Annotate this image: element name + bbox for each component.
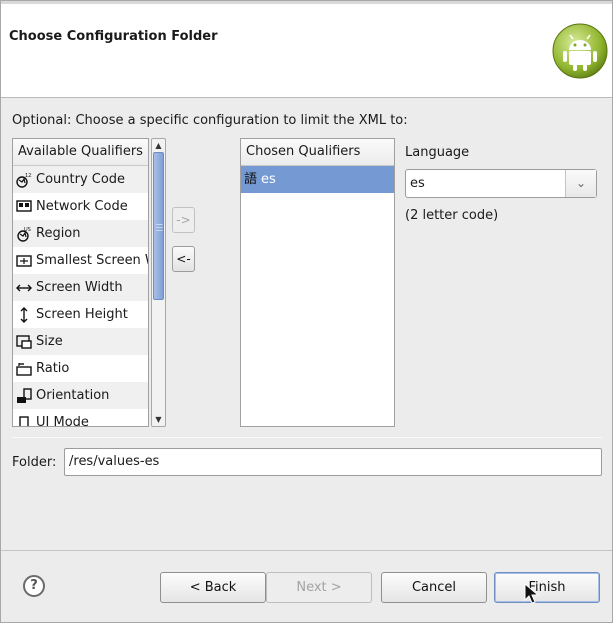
configuration-dialog: Choose Configuration Folder Optional: Ch…	[0, 0, 613, 623]
finish-button[interactable]: Finish	[494, 572, 600, 603]
page-title: Choose Configuration Folder	[9, 29, 218, 44]
android-logo-icon	[552, 23, 608, 79]
globe-region-icon: US	[16, 226, 32, 242]
list-item[interactable]: Network Code	[13, 193, 148, 220]
button-bar-divider	[1, 550, 612, 551]
smallest-width-icon	[16, 253, 32, 269]
list-item-label: Region	[36, 226, 81, 241]
list-item-label: Screen Width	[36, 280, 123, 295]
height-arrows-icon	[16, 306, 32, 323]
list-item-label: es	[261, 172, 276, 187]
folder-label: Folder:	[12, 455, 57, 470]
width-arrows-icon	[16, 280, 32, 296]
scroll-up-icon[interactable]: ▲	[152, 139, 165, 152]
list-item-label: Network Code	[36, 199, 128, 214]
ui-mode-icon	[16, 415, 32, 426]
language-hint: (2 letter code)	[405, 208, 499, 223]
list-item-label: Screen Height	[36, 307, 128, 322]
mouse-cursor-icon	[524, 583, 540, 604]
chosen-qualifiers-header: Chosen Qualifiers	[241, 139, 394, 166]
svg-text:US: US	[24, 227, 31, 233]
scrollbar-thumb[interactable]: — — —	[153, 152, 164, 300]
list-item-label: Orientation	[36, 388, 110, 403]
list-item[interactable]: UI Mode	[13, 409, 148, 427]
chevron-down-icon[interactable]: ⌄	[565, 170, 596, 197]
list-item[interactable]: Screen Width	[13, 274, 148, 301]
next-button[interactable]: Next >	[266, 572, 372, 603]
language-label: Language	[405, 145, 470, 160]
language-icon: 語	[244, 172, 258, 187]
orientation-icon	[16, 387, 32, 404]
list-item[interactable]: Screen Height	[13, 301, 148, 328]
globe-123-icon: 123	[16, 172, 32, 188]
list-item-label: Smallest Screen Width	[36, 253, 148, 268]
remove-qualifier-button[interactable]: <-	[172, 246, 195, 272]
folder-field[interactable]: /res/values-es	[64, 448, 602, 476]
dialog-banner: Choose Configuration Folder	[1, 1, 612, 98]
size-icon	[16, 334, 32, 350]
list-item[interactable]: Size	[13, 328, 148, 355]
list-item[interactable]: 語 es	[241, 166, 394, 193]
list-item[interactable]: Ratio	[13, 355, 148, 382]
list-item[interactable]: Orientation	[13, 382, 148, 409]
available-list-scrollbar[interactable]: ▲ — — — ▼	[151, 138, 166, 427]
language-value: es	[410, 176, 425, 191]
cancel-button[interactable]: Cancel	[381, 572, 487, 603]
banner-top-line	[1, 1, 612, 4]
chosen-qualifiers-list[interactable]: Chosen Qualifiers 語 es	[240, 138, 395, 427]
list-item[interactable]: 123 Country Code	[13, 166, 148, 193]
list-item-label: UI Mode	[36, 415, 89, 427]
optional-instructions: Optional: Choose a specific configuratio…	[12, 113, 408, 128]
back-button[interactable]: < Back	[160, 572, 266, 603]
scroll-down-icon[interactable]: ▼	[152, 413, 165, 426]
network-icon	[16, 199, 32, 215]
list-item-label: Size	[36, 334, 63, 349]
list-item[interactable]: Smallest Screen Width	[13, 247, 148, 274]
divider	[12, 437, 602, 438]
svg-text:123: 123	[25, 173, 32, 179]
add-qualifier-button[interactable]: ->	[172, 207, 195, 233]
list-item-label: Ratio	[36, 361, 70, 376]
list-item-label: Country Code	[36, 172, 126, 187]
available-qualifiers-header: Available Qualifiers	[13, 139, 148, 166]
available-qualifiers-list[interactable]: Available Qualifiers 123 Country Code Ne…	[12, 138, 149, 427]
language-combo[interactable]: es ⌄	[405, 169, 597, 198]
help-icon[interactable]: ?	[23, 575, 45, 597]
grip-icon: — — —	[156, 220, 163, 234]
list-item[interactable]: US Region	[13, 220, 148, 247]
ratio-icon	[16, 361, 32, 377]
